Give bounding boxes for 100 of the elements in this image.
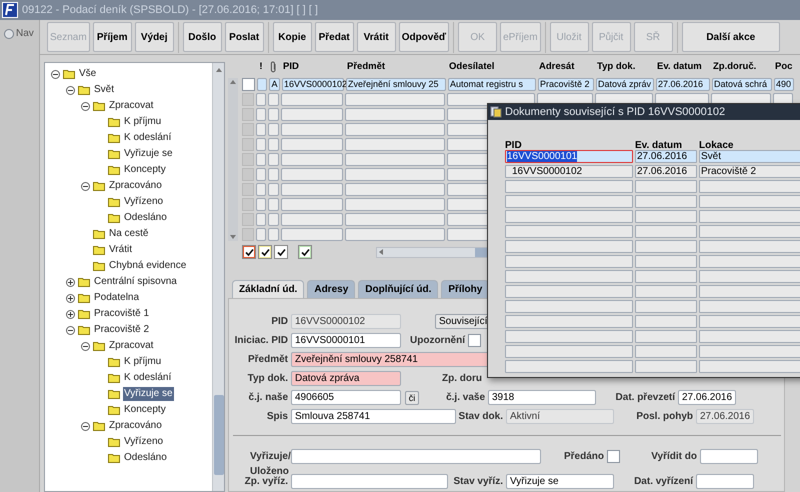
tree-item[interactable]: Koncepty — [123, 403, 167, 417]
input-field[interactable]: 4906605 — [291, 390, 401, 405]
folder-icon — [108, 405, 120, 415]
scrollbar[interactable] — [212, 63, 224, 491]
folder-icon — [93, 245, 105, 255]
checkbox[interactable] — [468, 334, 481, 347]
folder-icon — [78, 85, 90, 95]
tree-item[interactable]: Koncepty — [123, 163, 167, 177]
tree-item[interactable]: K příjmu — [123, 355, 162, 369]
tree-item[interactable]: Pracoviště 2 — [93, 323, 150, 337]
tree-item[interactable]: Vrátit — [108, 243, 133, 257]
checkbox[interactable] — [607, 450, 620, 463]
collapse-icon[interactable] — [81, 342, 90, 350]
input-field[interactable]: 27.06.2016 — [696, 409, 754, 424]
table-cell — [268, 228, 279, 241]
filter-checkbox[interactable] — [298, 245, 312, 259]
tab[interactable]: Přílohy — [441, 280, 490, 298]
tab[interactable]: Doplňující úd. — [358, 280, 438, 298]
tab[interactable]: Adresy — [307, 280, 356, 298]
column-header[interactable]: PID — [505, 140, 522, 151]
collapse-icon[interactable] — [51, 70, 60, 78]
input-field[interactable]: Vyřizuje se — [506, 474, 614, 489]
input-field[interactable] — [291, 449, 541, 464]
column-header[interactable]: Ev. datum — [657, 60, 702, 74]
input-field[interactable]: 27.06.2016 — [678, 390, 736, 405]
input-field[interactable] — [291, 474, 448, 489]
input-field[interactable]: 16VVS0000101 — [291, 333, 401, 348]
collapse-icon[interactable] — [66, 326, 75, 334]
tree-item[interactable]: Zpracováno — [108, 179, 163, 193]
filter-checkbox[interactable] — [258, 245, 272, 259]
column-header[interactable]: Ev. datum — [635, 140, 682, 151]
radio-button[interactable] — [4, 28, 14, 38]
filter-checkbox[interactable] — [242, 245, 256, 259]
column-header[interactable]: Typ dok. — [597, 60, 636, 74]
expand-icon[interactable] — [66, 294, 75, 302]
collapse-icon[interactable] — [81, 102, 90, 110]
tree-item[interactable]: Zpracovat — [108, 339, 154, 353]
tree-item[interactable]: Odesláno — [123, 451, 168, 465]
tree-item[interactable]: K odeslání — [123, 131, 172, 145]
tree-item[interactable]: Chybná evidence — [108, 259, 188, 273]
tree-item[interactable]: Vyřizuje se — [123, 387, 174, 401]
tree-item[interactable]: Podatelna — [93, 291, 140, 305]
toolbar-button[interactable]: Další akce — [682, 22, 780, 52]
ci-button[interactable]: či — [405, 390, 419, 404]
field-label: Iniciac. PID — [234, 334, 288, 348]
toolbar-button[interactable]: Došlo — [182, 22, 222, 52]
toolbar-button[interactable]: Vrátit — [356, 22, 396, 52]
toolbar-button[interactable]: Odpověď — [398, 22, 450, 52]
input-field[interactable] — [696, 474, 754, 489]
toolbar-button[interactable]: Předat — [314, 22, 354, 52]
left-arrow-icon[interactable] — [377, 248, 385, 256]
input-field[interactable]: Datová zpráva — [291, 371, 401, 386]
tree-item[interactable]: K příjmu — [123, 115, 162, 129]
input-field[interactable]: 3918 — [488, 390, 596, 405]
tree-item[interactable]: Vše — [78, 67, 98, 81]
column-header[interactable]: Lokace — [699, 140, 734, 151]
tree-item[interactable]: Pracoviště 1 — [93, 307, 150, 321]
folder-icon — [78, 277, 90, 287]
column-header[interactable]: Odesílatel — [449, 60, 494, 74]
tree-item[interactable]: Zpracováno — [108, 419, 163, 433]
expand-icon[interactable] — [66, 310, 75, 318]
collapse-icon[interactable] — [66, 86, 75, 94]
toolbar-button[interactable]: Výdej — [134, 22, 174, 52]
column-header[interactable]: Předmět — [347, 60, 386, 74]
expand-icon[interactable] — [66, 278, 75, 286]
table-cell — [268, 93, 279, 106]
tree-item[interactable]: Centrální spisovna — [93, 275, 178, 289]
column-header[interactable]: PID — [283, 60, 299, 74]
input-field[interactable]: Smlouva 258741 — [291, 409, 456, 424]
scrollbar[interactable] — [228, 78, 238, 241]
table-cell — [268, 198, 279, 211]
tree-item[interactable]: Svět — [93, 83, 116, 97]
column-header[interactable]: Adresát — [539, 60, 574, 74]
tree-item[interactable]: Zpracovat — [108, 99, 154, 113]
tree-item[interactable]: Na cestě — [108, 227, 150, 241]
table-cell — [242, 198, 254, 211]
tree-item[interactable]: Vyřízeno — [123, 195, 164, 209]
table-cell — [256, 183, 266, 196]
checkbox[interactable] — [242, 78, 255, 91]
scrollbar-thumb[interactable] — [214, 395, 224, 475]
input-field[interactable]: Aktivní — [506, 409, 614, 424]
tree-item[interactable]: Odesláno — [123, 211, 168, 225]
tab[interactable]: Základní úd. — [232, 280, 304, 298]
toolbar-button[interactable]: Poslat — [224, 22, 264, 52]
toolbar-button[interactable]: Kopie — [272, 22, 312, 52]
column-header[interactable]: Zp.doruč. — [713, 60, 756, 74]
tree-item[interactable]: Vyřizuje se — [123, 147, 174, 161]
input-field[interactable] — [700, 449, 758, 464]
tree-item[interactable]: K odeslání — [123, 371, 172, 385]
toolbar-button[interactable]: Příjem — [92, 22, 132, 52]
filter-checkbox[interactable] — [274, 245, 288, 259]
tree-item[interactable]: Vyřízeno — [123, 435, 164, 449]
folder-icon — [93, 341, 105, 351]
column-header[interactable]: Poc — [775, 60, 792, 74]
column-header[interactable]: ! — [259, 60, 263, 74]
collapse-icon[interactable] — [81, 182, 90, 190]
input-field[interactable]: 16VVS0000102 — [291, 314, 401, 329]
table-cell — [635, 330, 697, 343]
collapse-icon[interactable] — [81, 422, 90, 430]
down-arrow-icon[interactable] — [229, 233, 237, 241]
